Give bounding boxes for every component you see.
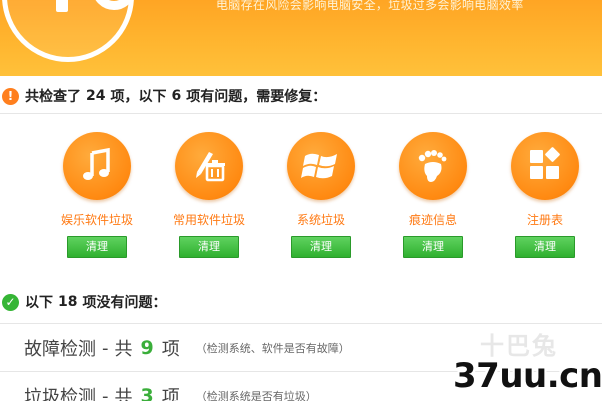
clean-button[interactable]: 清理 bbox=[291, 236, 351, 258]
problems-title-prefix: 共检查了 bbox=[25, 89, 81, 105]
problem-item-label: 系统垃圾 bbox=[296, 213, 345, 227]
clean-button[interactable]: 清理 bbox=[67, 236, 127, 258]
ok-row-separator: - bbox=[102, 337, 109, 359]
footprint-icon bbox=[399, 132, 467, 200]
music-note-icon bbox=[63, 132, 131, 200]
problem-item-label: 痕迹信息 bbox=[408, 213, 457, 227]
problem-item-label: 常用软件垃圾 bbox=[172, 213, 245, 227]
risk-warning-text: 电脑存在风险会影响电脑安全，垃圾过多会影响电脑效率 bbox=[216, 0, 524, 12]
clean-button[interactable]: 清理 bbox=[403, 236, 463, 258]
ok-section-title: ✓ 以下 18 项没有问题： bbox=[0, 290, 166, 314]
ok-title-prefix: 以下 bbox=[25, 295, 53, 311]
clean-button[interactable]: 清理 bbox=[179, 236, 239, 258]
problems-title-suffix: 项有问题，需要修复： bbox=[186, 89, 327, 105]
ok-count: 18 bbox=[58, 294, 78, 310]
problem-item-common-software-junk: 常用软件垃圾 清理 bbox=[153, 120, 265, 258]
clean-button[interactable]: 清理 bbox=[515, 236, 575, 258]
warning-icon: ! bbox=[2, 87, 19, 105]
ok-title-suffix: 项没有问题： bbox=[82, 295, 167, 311]
problem-items: 娱乐软件垃圾 清理 常用软件垃圾 清理 系统垃圾 清理 痕迹信息 清理 注册表 … bbox=[0, 120, 602, 270]
score-digit-graphic-bar bbox=[56, 0, 68, 12]
problem-item-system-junk: 系统垃圾 清理 bbox=[265, 120, 377, 258]
problems-section-title: ! 共检查了 24 项，以下 6 项有问题，需要修复： bbox=[0, 84, 326, 108]
ok-row-total-label: 共 bbox=[114, 387, 133, 401]
checkmark-icon: ✓ bbox=[2, 293, 19, 311]
ok-row-count: 3 bbox=[140, 385, 154, 401]
ok-row-note: （检测系统、软件是否有故障） bbox=[195, 342, 350, 355]
problems-issue-count: 6 bbox=[171, 88, 182, 104]
ok-row-count: 9 bbox=[140, 337, 154, 359]
ok-row-name: 故障检测 bbox=[24, 339, 96, 360]
problem-item-label: 娱乐软件垃圾 bbox=[60, 213, 133, 227]
ok-row-name: 垃圾检测 bbox=[24, 387, 96, 401]
windows-logo-icon bbox=[287, 132, 355, 200]
watermark-logo: 37uu.cn bbox=[453, 356, 602, 396]
ok-row-total-label: 共 bbox=[114, 339, 133, 360]
ok-row-unit: 项 bbox=[161, 339, 180, 360]
problems-total-count: 24 bbox=[86, 88, 106, 104]
problems-title-mid: 项，以下 bbox=[110, 89, 167, 105]
problem-item-label: 注册表 bbox=[526, 213, 563, 227]
registry-blocks-icon bbox=[511, 132, 579, 200]
problem-item-trace-info: 痕迹信息 清理 bbox=[377, 120, 489, 258]
problem-item-entertainment-junk: 娱乐软件垃圾 清理 bbox=[41, 120, 153, 258]
divider bbox=[0, 113, 602, 114]
trash-pencil-icon bbox=[175, 132, 243, 200]
scan-result-header: 电脑存在风险会影响电脑安全，垃圾过多会影响电脑效率 bbox=[0, 0, 602, 76]
ok-row-note: （检测系统是否有垃圾） bbox=[195, 390, 317, 401]
problem-item-registry: 注册表 清理 bbox=[489, 120, 601, 258]
ok-row-unit: 项 bbox=[161, 387, 180, 401]
ok-row-separator: - bbox=[102, 385, 109, 401]
